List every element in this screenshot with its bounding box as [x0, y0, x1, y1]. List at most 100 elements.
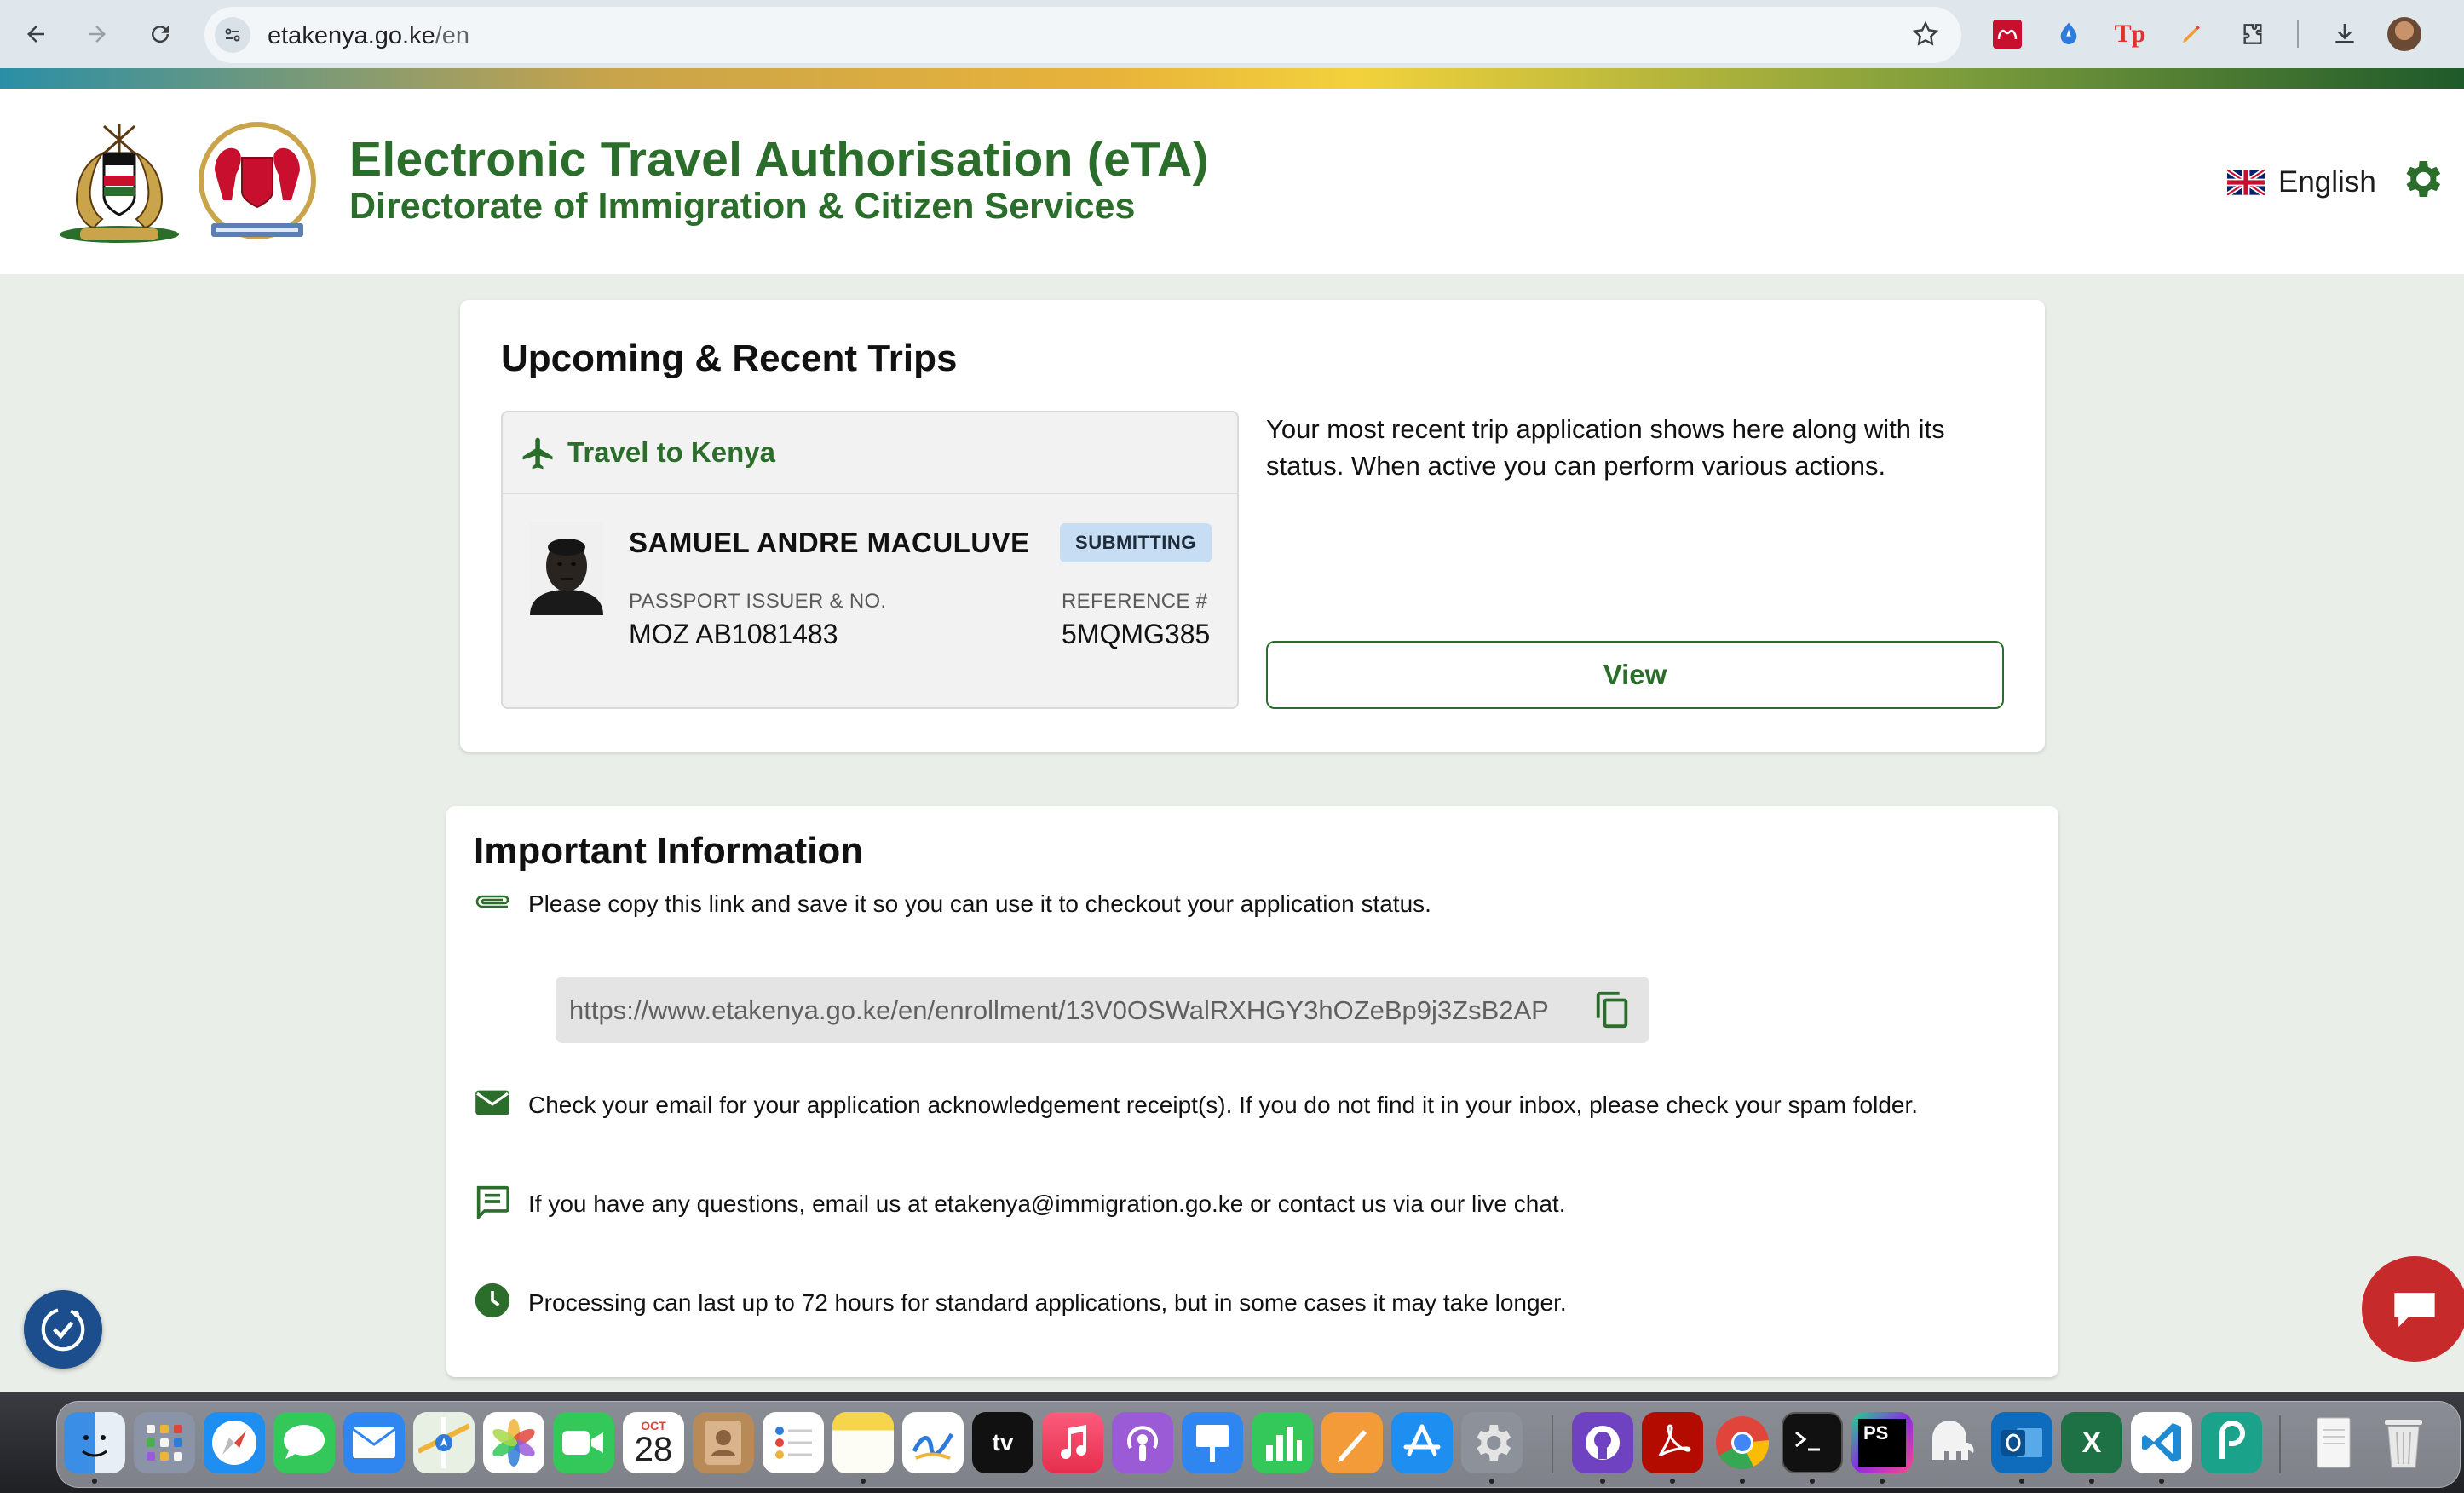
contact-text: If you have any questions, email us at e… — [528, 1190, 1566, 1217]
safari-icon[interactable] — [204, 1412, 265, 1473]
drop-icon[interactable] — [2050, 15, 2087, 53]
dock-separator — [1552, 1415, 1553, 1473]
downloads-stack-icon[interactable] — [2303, 1412, 2364, 1473]
traveler-photo — [530, 522, 603, 615]
trip-summary: Travel to Kenya SAMUEL ANDRE MACULUVE SU… — [501, 411, 1239, 709]
view-button[interactable]: View — [1266, 641, 2004, 709]
application-link-box[interactable]: https://www.etakenya.go.ke/en/enrollment… — [556, 977, 1649, 1043]
chrome-icon[interactable] — [1712, 1412, 1773, 1473]
finder-icon[interactable] — [64, 1412, 125, 1473]
calendar-day: 28 — [634, 1431, 673, 1468]
email-row: Check your email for your application ac… — [474, 1087, 1918, 1122]
page-subtitle: Directorate of Immigration & Citizen Ser… — [349, 186, 1136, 227]
address-bar[interactable]: etakenya.go.ke/en — [204, 7, 1961, 63]
forward-icon[interactable] — [78, 15, 116, 53]
contacts-icon[interactable] — [693, 1412, 754, 1473]
calendar-icon[interactable]: OCT 28 — [623, 1412, 684, 1473]
app-store-icon[interactable] — [1391, 1412, 1453, 1473]
url-text[interactable]: etakenya.go.ke/en — [268, 22, 469, 50]
running-indicator — [2159, 1479, 2164, 1484]
page-content: Electronic Travel Authorisation (eTA) Di… — [0, 89, 2464, 1392]
passport-value: MOZ AB1081483 — [629, 619, 838, 649]
acrobat-icon[interactable] — [1642, 1412, 1703, 1473]
keynote-icon[interactable] — [1182, 1412, 1243, 1473]
passport-label: PASSPORT ISSUER & NO. — [629, 590, 887, 613]
dock-separator — [2279, 1415, 2281, 1473]
chat-icon — [2394, 1293, 2435, 1328]
excel-icon[interactable]: X — [2061, 1412, 2122, 1473]
system-settings-icon[interactable] — [1461, 1412, 1523, 1473]
trash-icon[interactable] — [2373, 1412, 2434, 1473]
paperclip-icon — [474, 890, 511, 918]
language-selector[interactable]: English — [2227, 165, 2376, 199]
pycharm-ce-icon[interactable] — [2201, 1412, 2262, 1473]
tp-icon[interactable]: Tp — [2111, 15, 2149, 53]
tv-label: tv — [992, 1429, 1014, 1456]
numbers-icon[interactable] — [1252, 1412, 1313, 1473]
phpstorm-label: PS — [1863, 1422, 1889, 1444]
running-indicator — [2019, 1479, 2024, 1484]
trip-header: Travel to Kenya — [503, 412, 1237, 494]
github-desktop-icon[interactable] — [1572, 1412, 1633, 1473]
vscode-icon[interactable] — [2131, 1412, 2192, 1473]
notes-icon[interactable] — [832, 1412, 894, 1473]
facetime-icon[interactable] — [553, 1412, 614, 1473]
running-indicator — [1489, 1479, 1494, 1484]
copy-link-text: Please copy this link and save it so you… — [528, 890, 1431, 917]
traveler-name: SAMUEL ANDRE MACULUVE — [629, 527, 1030, 558]
site-settings-icon[interactable] — [215, 17, 250, 53]
reminders-icon[interactable] — [763, 1412, 824, 1473]
email-text: Check your email for your application ac… — [528, 1091, 1919, 1118]
messages-icon[interactable] — [273, 1412, 335, 1473]
music-icon[interactable] — [1042, 1412, 1103, 1473]
puzzle-icon[interactable] — [2234, 15, 2271, 53]
application-link[interactable]: https://www.etakenya.go.ke/en/enrollment… — [569, 995, 1549, 1026]
back-icon[interactable] — [17, 15, 55, 53]
running-indicator — [861, 1479, 866, 1484]
kenya-color-band — [0, 68, 2464, 89]
terminal-icon[interactable] — [1782, 1412, 1843, 1473]
gear-icon[interactable] — [2398, 155, 2445, 207]
pen-icon[interactable] — [2173, 15, 2210, 53]
running-indicator — [1670, 1479, 1675, 1484]
processing-text: Processing can last up to 72 hours for s… — [528, 1288, 1567, 1316]
running-indicator — [1600, 1479, 1605, 1484]
accessibility-button[interactable] — [24, 1290, 102, 1369]
processing-row: Processing can last up to 72 hours for s… — [474, 1282, 1567, 1323]
maps-icon[interactable] — [413, 1412, 475, 1473]
url-host: etakenya.go.ke — [268, 22, 435, 49]
pages-icon[interactable] — [1321, 1412, 1383, 1473]
bookmark-star-icon[interactable] — [1910, 19, 1941, 54]
podcasts-icon[interactable] — [1112, 1412, 1173, 1473]
running-indicator — [1880, 1479, 1885, 1484]
info-heading: Important Information — [474, 830, 864, 872]
accessibility-icon — [41, 1307, 85, 1352]
clock-icon — [474, 1282, 511, 1323]
copy-link-row: Please copy this link and save it so you… — [474, 890, 1431, 918]
status-badge: SUBMITTING — [1060, 523, 1212, 562]
copy-icon[interactable] — [1593, 990, 1632, 1034]
browser-toolbar: etakenya.go.ke/en Tp — [0, 0, 2464, 68]
chat-bubble-icon — [474, 1185, 511, 1223]
download-icon[interactable] — [2326, 15, 2363, 53]
launchpad-icon[interactable] — [134, 1412, 195, 1473]
live-chat-button[interactable] — [2362, 1256, 2464, 1362]
trips-card: Upcoming & Recent Trips Travel to Kenya — [460, 300, 2045, 752]
mendeley-icon[interactable] — [1989, 15, 2026, 53]
url-path: /en — [435, 22, 470, 49]
profile-avatar[interactable] — [2387, 17, 2421, 51]
mail-icon[interactable] — [343, 1412, 405, 1473]
outlook-icon[interactable] — [1991, 1412, 2052, 1473]
airplane-icon — [520, 435, 557, 476]
freeform-icon[interactable] — [902, 1412, 964, 1473]
reference-value: 5MQMG385 — [1062, 619, 1211, 649]
apple-tv-icon[interactable]: tv — [972, 1412, 1033, 1473]
running-indicator — [92, 1479, 97, 1484]
excel-label: X — [2081, 1426, 2102, 1459]
photos-icon[interactable] — [483, 1412, 544, 1473]
reload-icon[interactable] — [141, 15, 179, 53]
tableplus-elephant-icon[interactable] — [1921, 1412, 1983, 1473]
page-title: Electronic Travel Authorisation (eTA) — [349, 132, 1209, 187]
phpstorm-icon[interactable]: PS — [1851, 1412, 1913, 1473]
kenya-coat-of-arms-icon — [51, 119, 187, 251]
